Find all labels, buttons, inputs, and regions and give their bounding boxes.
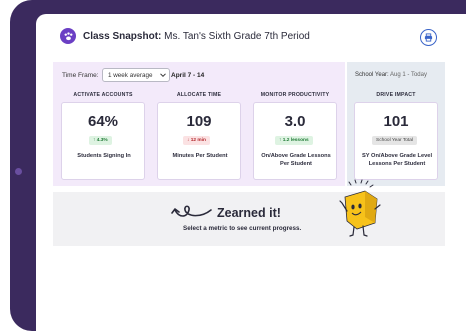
camera-dot	[15, 168, 22, 175]
metric-card-allocate-time[interactable]: 109 ↓ 12 min Minutes Per Student	[157, 102, 241, 180]
metric-card-drive-impact[interactable]: 101 School Year Total SY On/Above Grade …	[354, 102, 438, 180]
time-frame-label: Time Frame:	[62, 72, 99, 79]
paw-icon	[60, 28, 76, 44]
chevron-down-icon	[160, 73, 166, 78]
metric-card-monitor-productivity[interactable]: 3.0 ↑ 1.2 lessons On/Above Grade Lessons…	[253, 102, 337, 180]
curly-arrow-icon	[171, 205, 212, 217]
arrow-down-icon: ↓	[187, 138, 190, 143]
zearn-subtitle: Select a metric to see current progress.	[183, 225, 302, 232]
metric-label: Minutes Per Student	[172, 153, 228, 159]
time-frame-select[interactable]: 1 week average	[102, 68, 170, 82]
title-class: Ms. Tan's Sixth Grade 7th Period	[164, 31, 310, 42]
trend-badge: ↑ 1.2 lessons	[275, 136, 313, 145]
print-icon	[424, 33, 433, 42]
trend-badge-text: 12 min	[190, 138, 206, 143]
heading-drive-impact: DRIVE IMPACT	[376, 92, 416, 98]
school-year-label: School Year:	[355, 72, 389, 78]
tablet-frame: Class Snapshot: Ms. Tan's Sixth Grade 7t…	[10, 0, 466, 331]
metric-value: 101	[383, 113, 409, 130]
school-year: School Year: Aug 1 - Today	[355, 72, 427, 78]
arrow-up-icon: ↑	[93, 138, 96, 143]
header-bar: Class Snapshot: Ms. Tan's Sixth Grade 7t…	[36, 14, 466, 58]
trend-badge-text: 1.2 lessons	[282, 138, 309, 143]
heading-monitor-productivity: MONITOR PRODUCTIVITY	[260, 92, 330, 98]
school-year-value: Aug 1 - Today	[390, 72, 427, 78]
mascot-icon	[339, 179, 381, 237]
app-screen: Class Snapshot: Ms. Tan's Sixth Grade 7t…	[36, 14, 466, 331]
metrics-panel: Time Frame: 1 week average April 7 - 14 …	[53, 62, 345, 186]
arrow-up-icon: ↑	[279, 138, 282, 143]
metric-label: On/Above Grade Lessons Per Student	[261, 153, 331, 167]
trend-badge-text: 4.3%	[96, 138, 108, 143]
trend-badge: ↓ 12 min	[183, 136, 210, 145]
zearn-message-panel: Zearned it! Select a metric to see curre…	[53, 179, 445, 246]
print-button[interactable]	[420, 29, 437, 46]
metric-label: Students Signing In	[77, 153, 131, 159]
trend-badge: ↑ 4.3%	[89, 136, 112, 145]
school-year-total-badge: School Year Total	[372, 136, 417, 145]
heading-activate-accounts: ACTIVATE ACCOUNTS	[73, 92, 133, 98]
zearn-title: Zearned it!	[217, 206, 281, 220]
date-range: April 7 - 14	[171, 72, 205, 79]
drive-impact-panel: School Year: Aug 1 - Today DRIVE IMPACT …	[347, 62, 445, 186]
time-frame-value: 1 week average	[108, 72, 153, 79]
metric-value: 3.0	[284, 113, 306, 130]
heading-allocate-time: ALLOCATE TIME	[176, 92, 222, 98]
title-prefix: Class Snapshot:	[83, 31, 162, 42]
metric-value: 64%	[87, 113, 119, 130]
metric-card-activate-accounts[interactable]: 64% ↑ 4.3% Students Signing In	[61, 102, 145, 180]
metric-label: SY On/Above Grade Level Lessons Per Stud…	[361, 153, 433, 167]
page-title: Class Snapshot: Ms. Tan's Sixth Grade 7t…	[83, 31, 310, 42]
metric-value: 109	[186, 113, 212, 130]
